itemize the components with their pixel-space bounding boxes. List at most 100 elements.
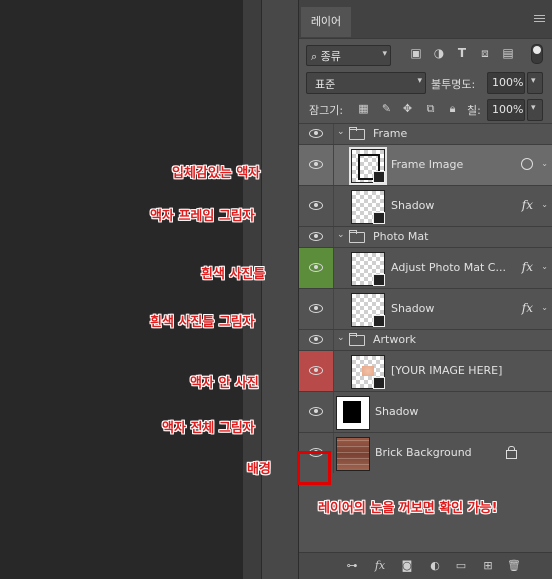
layer-name: Shadow (391, 199, 435, 212)
chevron-down-icon[interactable]: ⌄ (541, 262, 548, 271)
visibility-toggle[interactable] (299, 227, 333, 247)
layer-group-photo-mat[interactable]: ⌄ Photo Mat (299, 226, 552, 247)
document-canvas[interactable] (0, 0, 243, 579)
fill-input[interactable]: 100% (487, 99, 525, 121)
link-icon[interactable]: ⊶ (345, 559, 359, 573)
mask-icon[interactable]: ◙ (400, 559, 414, 573)
opacity-value: 100% (492, 76, 524, 89)
visibility-toggle[interactable] (299, 124, 333, 144)
lock-position-icon[interactable]: ✥ (401, 102, 414, 115)
chevron-down-icon[interactable]: ⌄ (541, 303, 548, 312)
panel-tabbar: 레이어 (299, 0, 552, 39)
shape-filter-icon[interactable]: ⧈ (478, 46, 492, 60)
layers-list: ⌄ Frame Frame Image ⌄ Shadow fx ⌄ ⌄ Phot… (299, 123, 552, 473)
layer-frame-full-shadow[interactable]: Shadow (299, 391, 552, 432)
layer-frame-image[interactable]: Frame Image ⌄ (299, 144, 552, 185)
annotation-frame-full-shadow: 액자 전체 그림자 (162, 421, 255, 436)
layer-thumbnail (336, 437, 370, 471)
fx-icon[interactable]: fx (522, 260, 533, 274)
visibility-toggle[interactable] (299, 289, 333, 329)
tab-layers[interactable]: 레이어 (301, 7, 351, 37)
trash-icon[interactable]: 🗑︎ (507, 559, 521, 573)
layer-group-name: Photo Mat (373, 230, 429, 243)
layer-thumbnail (349, 147, 387, 185)
panel-gutter (243, 0, 262, 579)
filter-type-label: 종류 (320, 50, 341, 63)
layer-your-image[interactable]: [YOUR IMAGE HERE] (299, 350, 552, 391)
panel-menu-icon[interactable] (534, 15, 545, 23)
fx-icon[interactable]: fx (373, 559, 387, 573)
visibility-toggle[interactable] (299, 186, 333, 226)
chevron-down-icon: ▾ (531, 76, 536, 86)
eye-highlight-box (297, 451, 331, 485)
blend-mode-select[interactable]: 표준 ▾ (306, 72, 426, 94)
lock-artboard-icon[interactable]: ⧉ (424, 102, 437, 115)
chevron-down-icon[interactable]: ⌄ (541, 159, 548, 168)
adjustment-filter-icon[interactable]: ◑ (432, 46, 446, 60)
folder-icon (349, 127, 365, 140)
layer-brick-background[interactable]: Brick Background (299, 432, 552, 473)
filter-type-select[interactable]: ⌕ 종류 ▾ (306, 45, 391, 66)
layer-name: Adjust Photo Mat C... (391, 261, 506, 274)
annotation-photo-mat: 흰색 사진틀 (201, 267, 266, 282)
chevron-down-icon[interactable]: ⌄ (337, 333, 345, 343)
panel-dock (262, 0, 298, 579)
layer-group-artwork[interactable]: ⌄ Artwork (299, 329, 552, 350)
chevron-down-icon[interactable]: ⌄ (337, 127, 345, 137)
layer-frame-shadow[interactable]: Shadow fx ⌄ (299, 185, 552, 226)
opacity-dropdown[interactable]: ▾ (527, 72, 543, 94)
visibility-toggle[interactable] (299, 392, 333, 432)
chevron-down-icon: ▾ (382, 49, 387, 59)
adjustment-icon[interactable]: ◐ (428, 559, 442, 573)
layer-photo-mat-shadow[interactable]: Shadow fx ⌄ (299, 288, 552, 329)
visibility-toggle[interactable] (299, 330, 333, 350)
layer-name: Brick Background (375, 446, 472, 459)
annotation-hint: 레이어의 눈을 꺼보면 확인 가능! (318, 501, 498, 516)
visibility-toggle[interactable] (299, 145, 333, 185)
chevron-down-icon: ▾ (531, 103, 536, 113)
lock-image-icon[interactable]: ✎ (380, 102, 393, 115)
annotation-frame-shadow: 액자 프레임 그림자 (150, 209, 255, 224)
annotation-frame-3d: 입체감있는 액자 (172, 166, 261, 181)
smart-object-filter-icon[interactable]: ▤ (501, 46, 515, 60)
layer-thumbnail (351, 252, 385, 286)
chevron-down-icon[interactable]: ⌄ (337, 230, 345, 240)
layer-thumbnail (351, 190, 385, 224)
opacity-label: 불투명도: (431, 78, 476, 91)
smart-object-icon (373, 377, 385, 389)
fill-dropdown[interactable]: ▾ (527, 99, 543, 121)
visibility-toggle[interactable] (299, 248, 333, 288)
layer-name: Shadow (375, 405, 419, 418)
new-group-icon[interactable]: ▭ (454, 559, 468, 573)
lock-all-icon[interactable]: 🔒︎ (446, 102, 459, 115)
layer-thumbnail (351, 293, 385, 327)
eye-icon (309, 232, 323, 241)
layer-thumbnail (336, 396, 370, 430)
layer-group-frame[interactable]: ⌄ Frame (299, 123, 552, 144)
image-filter-icon[interactable]: ▣ (409, 46, 423, 60)
fill-value: 100% (492, 103, 524, 116)
eye-icon (309, 407, 323, 416)
chevron-down-icon[interactable]: ⌄ (541, 200, 548, 209)
annotation-inner-photo: 액자 안 사진 (190, 376, 259, 391)
opacity-input[interactable]: 100% (487, 72, 525, 94)
layer-group-name: Frame (373, 127, 408, 140)
eye-icon (309, 335, 323, 344)
smart-object-icon (373, 212, 385, 224)
blend-mode-value: 표준 (315, 78, 336, 91)
layer-adjust-photo-mat[interactable]: Adjust Photo Mat C... fx ⌄ (299, 247, 552, 288)
type-filter-icon[interactable]: T (455, 46, 469, 60)
fill-label: 칠: (467, 104, 481, 117)
smart-filter-icon (521, 158, 533, 170)
layer-name: [YOUR IMAGE HERE] (391, 364, 503, 377)
lock-icon (506, 446, 517, 459)
smart-object-icon (373, 171, 385, 183)
lock-transparent-icon[interactable]: ▦ (357, 102, 370, 115)
visibility-toggle[interactable] (299, 351, 333, 391)
fx-icon[interactable]: fx (522, 301, 533, 315)
fx-icon[interactable]: fx (522, 198, 533, 212)
eye-icon (309, 263, 323, 272)
filter-toggle-icon[interactable] (531, 44, 543, 64)
new-layer-icon[interactable]: ⊞ (481, 559, 495, 573)
lock-label: 잠그기: (309, 104, 344, 117)
